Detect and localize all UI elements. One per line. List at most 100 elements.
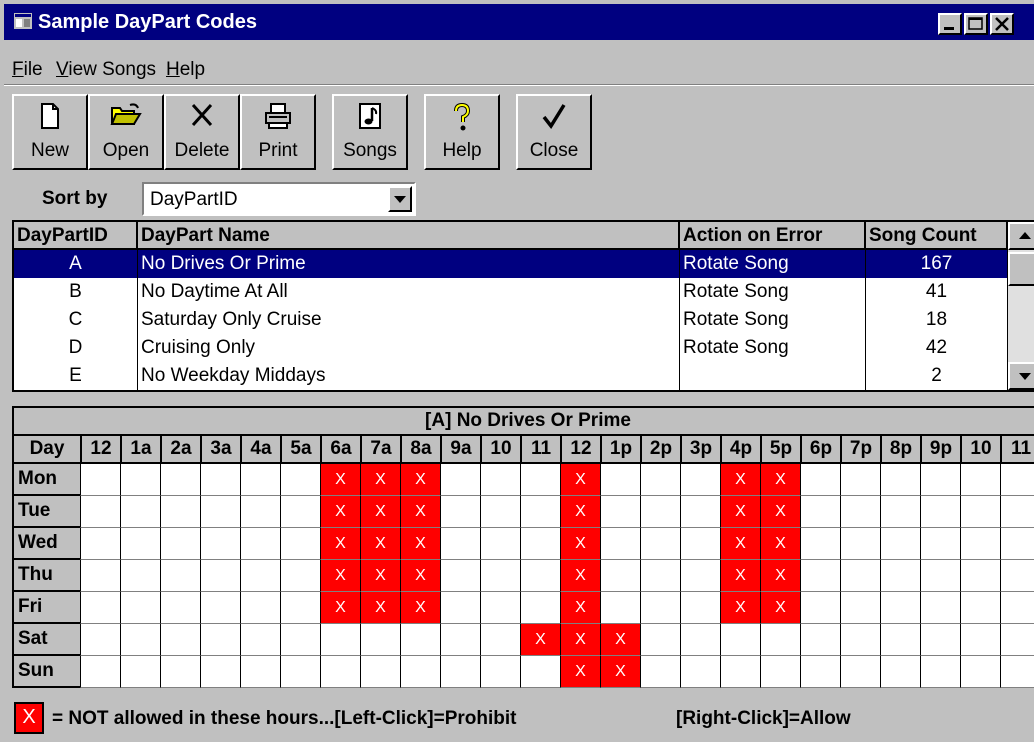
hour-cell[interactable] (80, 656, 120, 688)
hour-cell-blocked[interactable]: X (320, 496, 360, 528)
hour-cell[interactable] (280, 560, 320, 592)
hour-cell[interactable] (760, 624, 800, 656)
hour-cell-blocked[interactable]: X (360, 528, 400, 560)
hour-cell[interactable] (1000, 592, 1034, 624)
hour-cell[interactable] (840, 528, 880, 560)
hour-cell[interactable] (280, 624, 320, 656)
hour-cell[interactable] (160, 656, 200, 688)
hour-cell[interactable] (1000, 560, 1034, 592)
hour-cell[interactable] (640, 496, 680, 528)
hour-cell[interactable] (960, 592, 1000, 624)
hour-cell[interactable] (480, 656, 520, 688)
hour-cell-blocked[interactable]: X (320, 528, 360, 560)
hour-cell[interactable] (80, 464, 120, 496)
hour-cell[interactable] (1000, 528, 1034, 560)
hour-header[interactable]: 9a (440, 434, 480, 464)
hour-cell[interactable] (160, 592, 200, 624)
hour-cell[interactable] (120, 560, 160, 592)
hour-header[interactable]: 11 (520, 434, 560, 464)
hour-cell[interactable] (80, 592, 120, 624)
hour-cell-blocked[interactable]: X (600, 656, 640, 688)
hour-cell[interactable] (600, 496, 640, 528)
col-header-song-count[interactable]: Song Count (866, 222, 1008, 250)
hour-cell[interactable] (720, 656, 760, 688)
hour-cell[interactable] (800, 624, 840, 656)
hour-cell[interactable] (600, 560, 640, 592)
hour-cell[interactable] (440, 464, 480, 496)
hour-cell[interactable] (280, 464, 320, 496)
hour-cell[interactable] (160, 560, 200, 592)
hour-cell-blocked[interactable]: X (600, 624, 640, 656)
hour-cell[interactable] (960, 496, 1000, 528)
hour-cell[interactable] (600, 592, 640, 624)
hour-cell[interactable] (680, 528, 720, 560)
hour-cell[interactable] (360, 624, 400, 656)
hour-header[interactable]: 1p (600, 434, 640, 464)
hour-cell-blocked[interactable]: X (760, 560, 800, 592)
hour-cell[interactable] (920, 656, 960, 688)
hour-header[interactable]: 8a (400, 434, 440, 464)
hour-cell-blocked[interactable]: X (560, 496, 600, 528)
hour-cell[interactable] (880, 560, 920, 592)
hour-cell[interactable] (200, 560, 240, 592)
hour-cell-blocked[interactable]: X (720, 560, 760, 592)
delete-button[interactable]: Delete (164, 94, 240, 170)
hour-cell-blocked[interactable]: X (560, 624, 600, 656)
hour-cell[interactable] (480, 624, 520, 656)
hour-cell[interactable] (480, 592, 520, 624)
hour-cell[interactable] (600, 528, 640, 560)
hour-cell[interactable] (640, 592, 680, 624)
hour-cell[interactable] (840, 464, 880, 496)
hour-cell[interactable] (200, 624, 240, 656)
table-row[interactable]: B No Daytime At All Rotate Song 41 (14, 278, 1008, 306)
hour-cell[interactable] (800, 592, 840, 624)
hour-cell-blocked[interactable]: X (320, 560, 360, 592)
hour-cell[interactable] (160, 528, 200, 560)
hour-cell[interactable] (120, 656, 160, 688)
hour-cell[interactable] (920, 592, 960, 624)
col-header-daypartid[interactable]: DayPartID (14, 222, 138, 250)
hour-cell[interactable] (880, 592, 920, 624)
hour-cell[interactable] (320, 624, 360, 656)
hour-cell[interactable] (240, 560, 280, 592)
menu-file[interactable]: File (12, 59, 43, 81)
hour-cell[interactable] (200, 528, 240, 560)
hour-cell[interactable] (280, 496, 320, 528)
hour-cell[interactable] (440, 496, 480, 528)
table-row[interactable]: E No Weekday Middays 2 (14, 362, 1008, 390)
hour-cell[interactable] (240, 464, 280, 496)
hour-cell[interactable] (400, 656, 440, 688)
hour-cell-blocked[interactable]: X (760, 592, 800, 624)
hour-cell[interactable] (920, 464, 960, 496)
hour-header[interactable]: 5a (280, 434, 320, 464)
hour-cell-blocked[interactable]: X (720, 464, 760, 496)
hour-cell[interactable] (1000, 656, 1034, 688)
hour-cell-blocked[interactable]: X (720, 496, 760, 528)
hour-cell[interactable] (160, 624, 200, 656)
hour-cell[interactable] (680, 624, 720, 656)
hour-header[interactable]: 7p (840, 434, 880, 464)
hour-cell-blocked[interactable]: X (760, 464, 800, 496)
hour-cell[interactable] (640, 464, 680, 496)
hour-cell[interactable] (880, 496, 920, 528)
hour-header[interactable]: 2a (160, 434, 200, 464)
hour-cell[interactable] (160, 464, 200, 496)
hour-header[interactable]: 2p (640, 434, 680, 464)
hour-cell-blocked[interactable]: X (360, 464, 400, 496)
hour-header[interactable]: 4a (240, 434, 280, 464)
hour-header[interactable]: 3a (200, 434, 240, 464)
scroll-thumb[interactable] (1008, 252, 1034, 286)
day-label[interactable]: Tue (12, 496, 80, 528)
hour-cell[interactable] (440, 560, 480, 592)
hour-cell[interactable] (920, 496, 960, 528)
table-scrollbar[interactable] (1008, 222, 1034, 390)
hour-cell[interactable] (120, 592, 160, 624)
hour-header[interactable]: 6a (320, 434, 360, 464)
sort-by-select[interactable]: DayPartID (142, 182, 416, 216)
hour-cell[interactable] (840, 656, 880, 688)
hour-cell[interactable] (960, 560, 1000, 592)
hour-header[interactable]: 3p (680, 434, 720, 464)
hour-cell[interactable] (640, 656, 680, 688)
hour-cell-blocked[interactable]: X (560, 528, 600, 560)
hour-cell[interactable] (800, 496, 840, 528)
